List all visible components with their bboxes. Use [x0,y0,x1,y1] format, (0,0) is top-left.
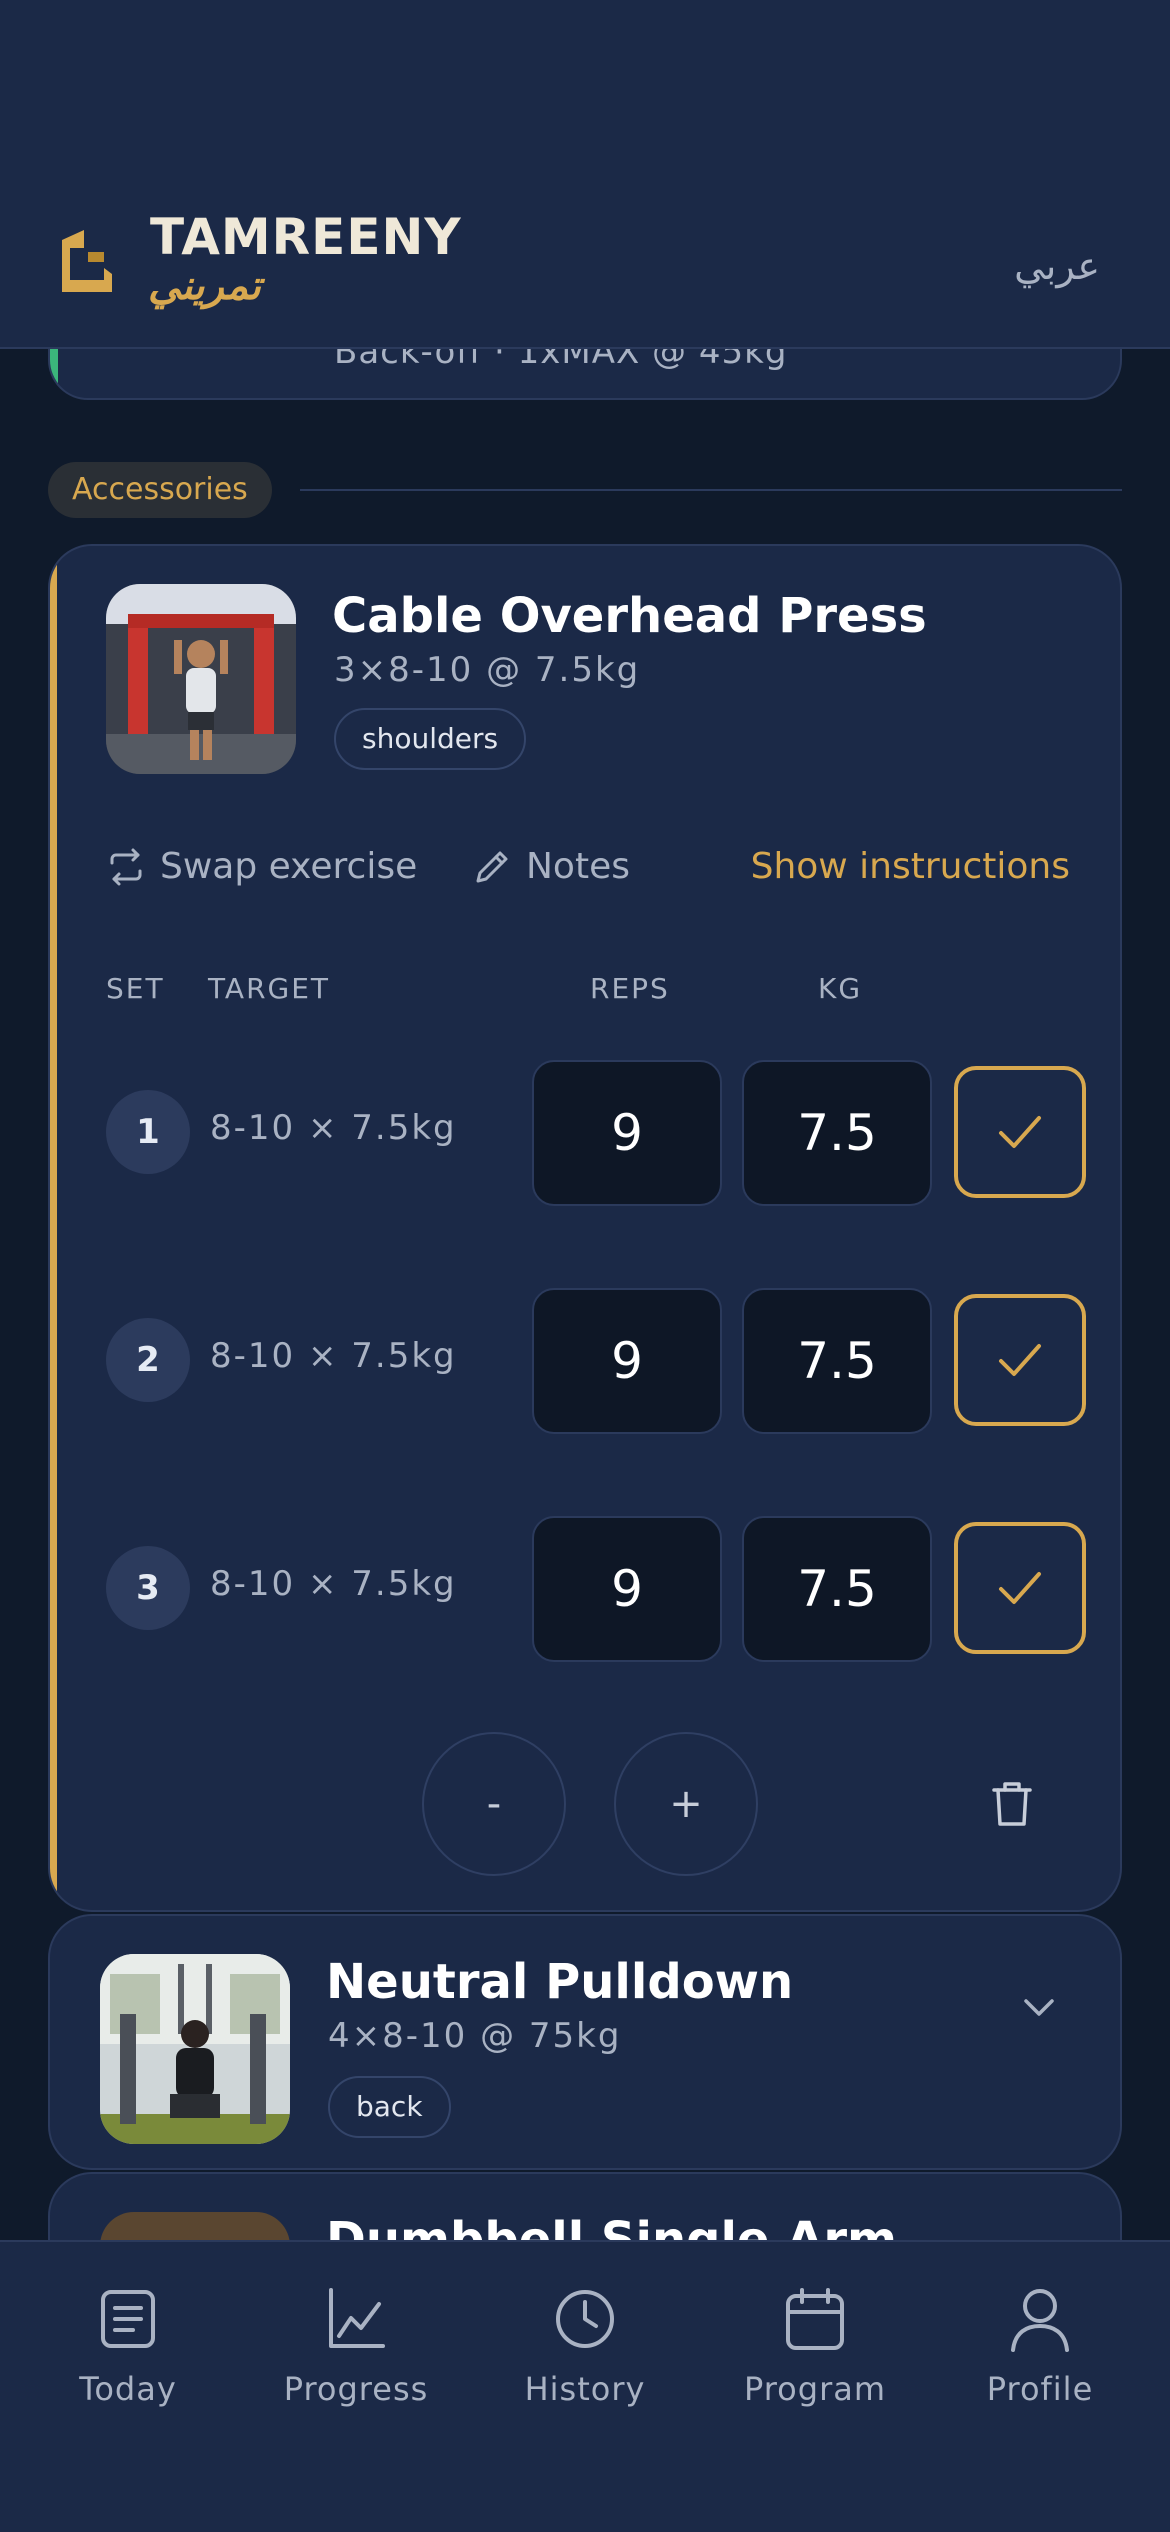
kg-input[interactable]: 7.5 [742,1288,932,1434]
exercise-prescription: 3×8-10 @ 7.5kg [334,650,641,690]
nav-label: Profile [986,2370,1094,2408]
section-divider [300,489,1122,491]
nav-label: Progress [283,2370,429,2408]
set-row: 1 8-10 × 7.5kg 9 7.5 [50,1060,1120,1206]
brand-name-arabic: تمريني [148,262,261,309]
nav-label: Program [743,2370,886,2408]
notes-label: Notes [526,846,630,887]
exercise-name: Cable Overhead Press [332,588,927,644]
set-number: 3 [106,1546,190,1630]
pencil-icon [476,851,508,882]
set-row: 2 8-10 × 7.5kg 9 7.5 [50,1288,1120,1434]
set-row: 3 8-10 × 7.5kg 9 7.5 [50,1516,1120,1662]
section-header: Accessories [48,462,1122,518]
history-icon [556,2290,614,2348]
trash-icon[interactable] [986,1778,1038,1830]
complete-set-button[interactable] [954,1066,1086,1198]
complete-set-button[interactable] [954,1522,1086,1654]
nav-program[interactable]: Program [715,2286,915,2408]
exercise-name: Neutral Pulldown [326,1954,794,2010]
muscle-tag: back [328,2076,451,2138]
today-icon [101,2290,155,2348]
exercise-card-expanded: Cable Overhead Press 3×8-10 @ 7.5kg shou… [48,544,1122,1912]
reps-input[interactable]: 9 [532,1060,722,1206]
nav-profile[interactable]: Profile [940,2286,1140,2408]
kg-input[interactable]: 7.5 [742,1516,932,1662]
exercise-thumbnail [100,1954,290,2144]
nav-history[interactable]: History [485,2286,685,2408]
set-number: 2 [106,1318,190,1402]
chevron-down-icon[interactable] [1018,1986,1060,2028]
exercise-thumbnail [106,584,296,774]
app-header: TAMREENY تمريني عربي [0,0,1170,349]
profile-icon [1011,2289,1069,2352]
column-header-kg: KG [818,972,863,1005]
progress-icon [329,2288,385,2348]
column-header-target: TARGET [208,972,331,1005]
set-target: 8-10 × 7.5kg [210,1564,457,1604]
brand-name: TAMREENY [150,208,462,266]
program-icon [786,2288,844,2350]
reps-input[interactable]: 9 [532,1288,722,1434]
set-number: 1 [106,1090,190,1174]
muscle-tag: shoulders [334,708,527,770]
bottom-nav: Today Progress History Program Profile [0,2240,1170,2532]
nav-progress[interactable]: Progress [256,2286,456,2408]
column-header-set: SET [106,972,165,1005]
set-target: 8-10 × 7.5kg [210,1108,457,1148]
notes-button[interactable]: Notes [472,846,630,887]
active-accent [50,546,57,1910]
complete-set-button[interactable] [954,1294,1086,1426]
checkmark-icon [999,1116,1041,1148]
swap-exercise-label: Swap exercise [160,846,418,887]
reps-input[interactable]: 9 [532,1516,722,1662]
exercise-prescription: 4×8-10 @ 75kg [328,2016,622,2056]
column-header-reps: REPS [590,972,670,1005]
kg-input[interactable]: 7.5 [742,1060,932,1206]
remove-set-button[interactable]: - [422,1732,566,1876]
show-instructions-link[interactable]: Show instructions [751,846,1070,887]
nav-label: History [524,2370,646,2408]
set-target: 8-10 × 7.5kg [210,1336,457,1376]
checkmark-icon [999,1572,1041,1604]
add-set-button[interactable]: + [614,1732,758,1876]
logo-mark-icon [62,230,112,292]
language-toggle[interactable]: عربي [1014,244,1100,288]
checkmark-icon [999,1344,1041,1376]
nav-today[interactable]: Today [28,2286,228,2408]
nav-label: Today [79,2370,177,2408]
swap-icon [110,848,142,885]
swap-exercise-button[interactable]: Swap exercise [106,846,417,887]
exercise-card-collapsed[interactable]: Neutral Pulldown 4×8-10 @ 75kg back [48,1914,1122,2170]
section-label: Accessories [48,462,272,518]
